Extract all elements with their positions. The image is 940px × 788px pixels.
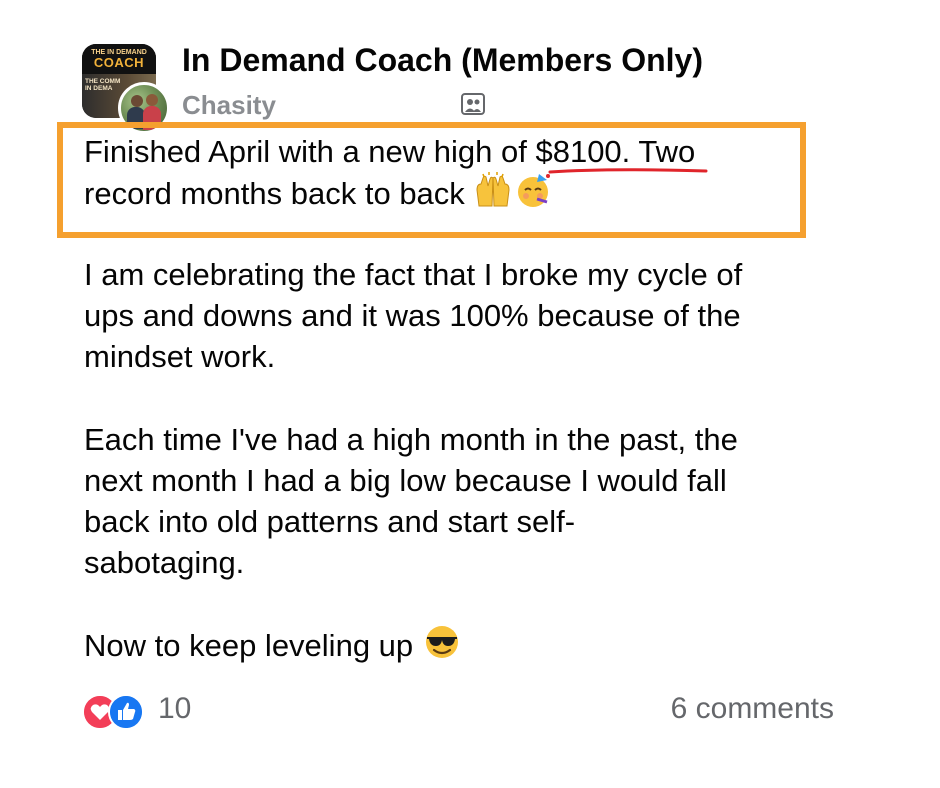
post-paragraph-2: I am celebrating the fact that I broke m… <box>84 257 743 374</box>
reaction-count[interactable]: 10 <box>158 692 191 726</box>
post-paragraph-1: Finished April with a new high of $8100.… <box>84 134 696 211</box>
author-name[interactable]: Chasity <box>182 90 276 121</box>
members-icon <box>461 93 485 115</box>
comments-count[interactable]: 6 comments <box>671 692 834 726</box>
logo-big-text: COACH <box>93 55 145 70</box>
sunglasses-face-icon <box>425 626 458 658</box>
post-paragraph-3: Each time I've had a high month in the p… <box>84 422 738 580</box>
post-paragraph-4: Now to keep leveling up <box>84 624 854 666</box>
partying-face-icon <box>518 174 551 207</box>
group-logo: THE IN DEMAND COACH <box>82 44 156 74</box>
raising-hands-icon <box>476 172 510 207</box>
group-name[interactable]: In Demand Coach (Members Only) <box>182 42 703 79</box>
post-card: THE IN DEMAND COACH THE COMM IN DEMA In … <box>0 0 940 788</box>
like-reaction-icon <box>108 694 144 730</box>
